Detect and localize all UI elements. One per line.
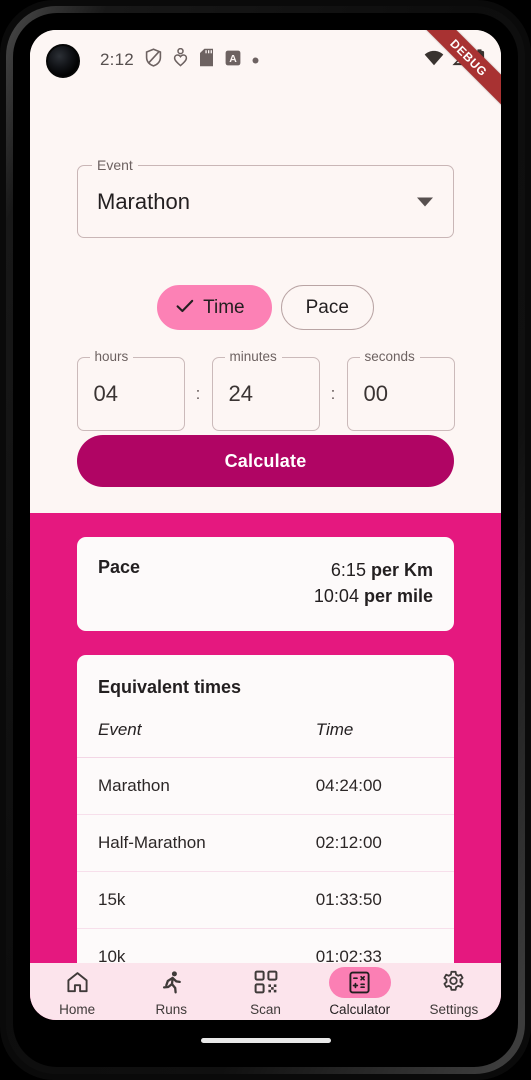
svg-text:A: A xyxy=(229,53,237,65)
table-cell-event: 15k xyxy=(98,890,126,910)
results-panel: Pace 6:15 per Km 10:04 per mile Equivale… xyxy=(30,513,501,1020)
nav-item-calculator[interactable]: Calculator xyxy=(313,966,407,1017)
column-header-time: Time xyxy=(315,720,354,740)
event-dropdown-label: Event xyxy=(92,157,138,173)
nav-label-calculator: Calculator xyxy=(329,1001,391,1017)
nav-item-settings[interactable]: Settings xyxy=(407,967,501,1017)
mode-segmented-control: Time Pace xyxy=(30,285,501,330)
seconds-label: seconds xyxy=(359,349,420,364)
nav-item-home[interactable]: Home xyxy=(30,967,124,1017)
table-cell-time: 04:24:00 xyxy=(315,776,382,796)
seconds-input[interactable]: seconds 00 xyxy=(346,349,455,431)
table-cell-time: 01:33:50 xyxy=(315,890,382,910)
pace-card-values: 6:15 per Km 10:04 per mile xyxy=(314,557,433,609)
equivalent-times-rows: Marathon 04:24:00 Half-Marathon 02:12:00 15k… xyxy=(77,758,454,987)
hours-input[interactable]: hours 04 xyxy=(76,349,185,431)
nav-item-scan[interactable]: Scan xyxy=(218,967,312,1017)
pace-per-mile-unit: per mile xyxy=(363,586,433,607)
pace-card: Pace 6:15 per Km 10:04 per mile xyxy=(77,537,454,632)
equivalent-times-card: Equivalent times Event Time Marathon 04:2… xyxy=(77,655,454,987)
pace-per-km-unit: per Km xyxy=(370,560,433,580)
pace-per-km-line: 6:15 per Km xyxy=(314,557,433,583)
calculate-button[interactable]: Calculate xyxy=(77,435,454,487)
nav-label-settings: Settings xyxy=(429,1001,479,1017)
time-separator-1: : xyxy=(195,384,201,403)
calculator-input-panel: Event Marathon Time Pace hours 04: minu… xyxy=(30,90,501,513)
minutes-label: minutes xyxy=(224,349,282,364)
pace-per-mile-value: 10:04 xyxy=(313,586,359,607)
person-heart-icon xyxy=(173,47,188,72)
home-icon xyxy=(46,967,108,998)
qr-code-icon xyxy=(235,967,297,998)
segment-pace-label: Pace xyxy=(305,296,349,318)
pace-per-mile-line: 10:04 per mile xyxy=(314,583,433,609)
table-row: Half-Marathon 02:12:00 xyxy=(77,815,454,873)
pace-card-label: Pace xyxy=(98,557,141,577)
chevron-down-icon[interactable] xyxy=(417,197,433,206)
nav-label-scan: Scan xyxy=(250,1001,281,1017)
gesture-navigation-bar[interactable] xyxy=(200,1038,331,1043)
nav-item-runs[interactable]: Runs xyxy=(124,967,218,1017)
table-row: Marathon 04:24:00 xyxy=(77,758,454,816)
table-cell-event: Half-Marathon xyxy=(98,833,206,853)
shield-icon xyxy=(145,48,162,72)
status-bar: 2:12 A xyxy=(30,30,501,90)
table-cell-event: Marathon xyxy=(98,776,170,796)
time-input-group: hours 04 : minutes 24 : seconds 00 xyxy=(30,349,501,435)
equivalent-times-title: Equivalent times xyxy=(98,677,242,698)
sd-card-icon xyxy=(199,48,214,72)
table-cell-time: 02:12:00 xyxy=(315,833,382,853)
minutes-value: 24 xyxy=(228,381,253,406)
segment-pace-button[interactable]: Pace xyxy=(280,285,374,330)
running-icon xyxy=(140,967,202,998)
phone-screen: 2:12 A DEBUG Event Marathon Time Pace ho… xyxy=(30,30,501,1020)
bottom-navigation-bar: Home Runs Scan Calculator Settings xyxy=(30,963,501,1020)
table-row: 15k 01:33:50 xyxy=(77,872,454,930)
column-header-event: Event xyxy=(98,720,142,740)
letter-a-icon: A xyxy=(225,50,241,71)
dot-icon xyxy=(252,51,259,69)
seconds-value: 00 xyxy=(363,381,388,406)
event-dropdown[interactable]: Event Marathon xyxy=(77,157,454,238)
calculator-icon xyxy=(328,966,391,998)
status-bar-left-group: 2:12 A xyxy=(100,30,259,90)
equivalent-times-header: Event Time xyxy=(77,698,454,759)
segment-time-label: Time xyxy=(203,296,245,318)
front-camera-punch-hole xyxy=(46,44,80,78)
time-separator-2: : xyxy=(330,384,336,403)
status-bar-clock: 2:12 xyxy=(100,50,134,69)
phone-frame: 2:12 A DEBUG Event Marathon Time Pace ho… xyxy=(0,0,531,1080)
event-dropdown-value: Marathon xyxy=(97,188,190,214)
nav-label-home: Home xyxy=(59,1001,96,1017)
hours-value: 04 xyxy=(93,381,118,406)
nav-label-runs: Runs xyxy=(155,1001,188,1017)
pace-per-km-value: 6:15 xyxy=(330,560,366,580)
wifi-icon xyxy=(424,50,444,71)
segment-time-button[interactable]: Time xyxy=(157,285,272,330)
check-icon xyxy=(176,297,194,319)
gear-icon xyxy=(423,967,485,998)
hours-label: hours xyxy=(89,349,134,364)
minutes-input[interactable]: minutes 24 xyxy=(211,349,320,431)
